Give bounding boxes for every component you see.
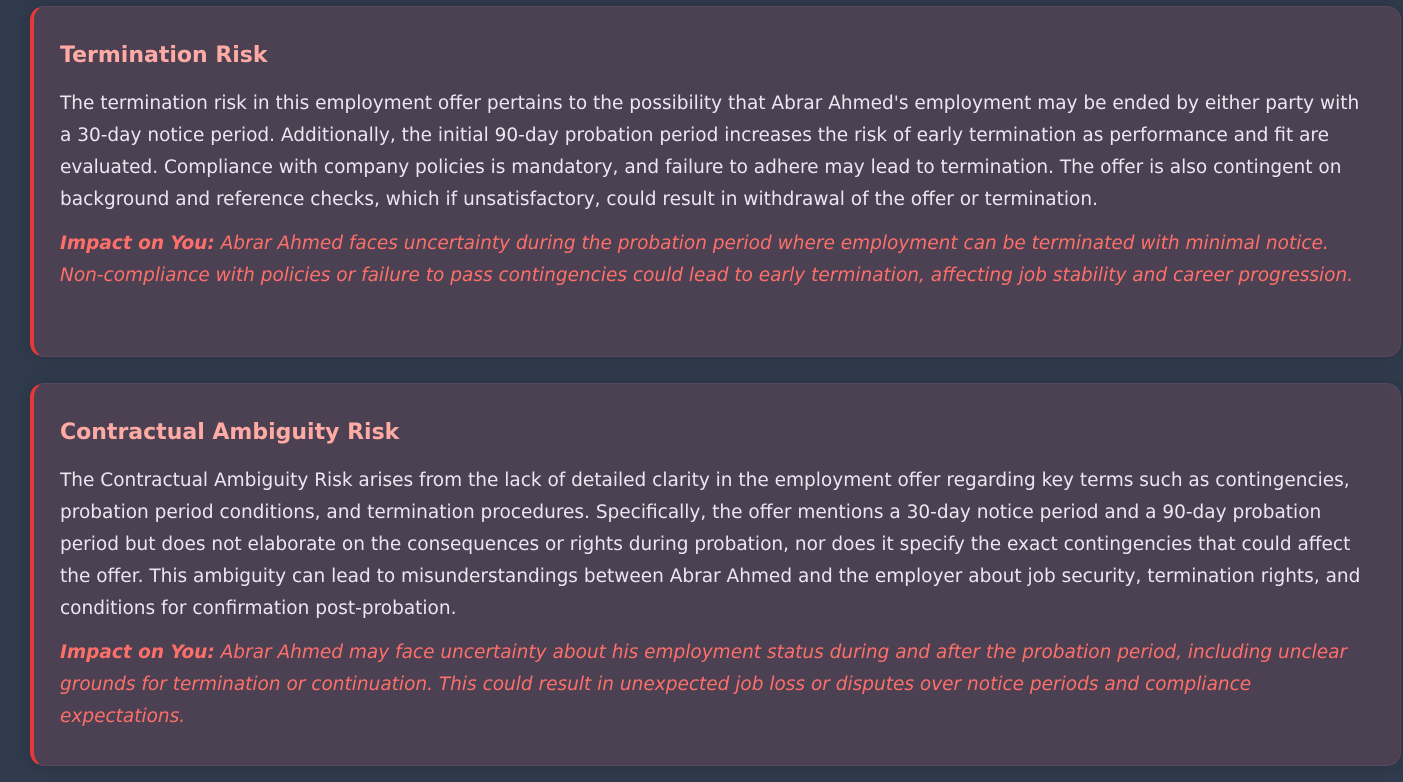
risk-card-contractual-ambiguity: Contractual Ambiguity Risk The Contractu… <box>30 383 1401 766</box>
impact-label: Impact on You: <box>60 233 215 254</box>
impact-text: Abrar Ahmed may face uncertainty about h… <box>60 642 1348 727</box>
risk-title: Contractual Ambiguity Risk <box>60 420 400 445</box>
risk-description: The termination risk in this employment … <box>60 93 1360 210</box>
risk-description: The Contractual Ambiguity Risk arises fr… <box>60 470 1361 619</box>
risk-card-termination: Termination Risk The termination risk in… <box>30 6 1401 357</box>
impact-label: Impact on You: <box>60 642 215 663</box>
risk-impact: Impact on You: Abrar Ahmed faces uncerta… <box>60 228 1374 292</box>
risk-title: Termination Risk <box>60 43 268 68</box>
risk-list: Termination Risk The termination risk in… <box>0 0 1403 782</box>
risk-impact: Impact on You: Abrar Ahmed may face unce… <box>60 637 1374 733</box>
impact-text: Abrar Ahmed faces uncertainty during the… <box>60 233 1354 286</box>
